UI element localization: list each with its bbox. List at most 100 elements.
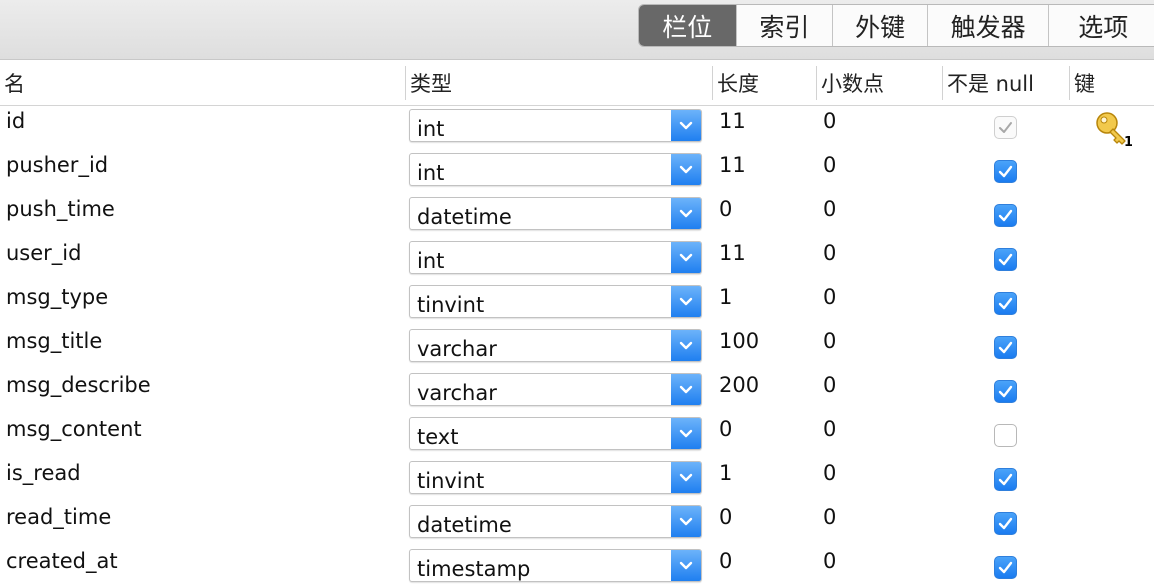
- field-name[interactable]: msg_type: [6, 285, 108, 309]
- type-select[interactable]: int: [409, 153, 702, 186]
- type-select[interactable]: tinvint: [409, 285, 702, 318]
- field-length[interactable]: 0: [719, 197, 732, 221]
- header-decimals[interactable]: 小数点: [817, 60, 884, 106]
- field-decimals[interactable]: 0: [823, 505, 836, 529]
- chevron-down-icon[interactable]: [671, 242, 701, 273]
- table-row[interactable]: push_time datetime 0 0: [0, 194, 1154, 238]
- not-null-checkbox[interactable]: [994, 556, 1017, 579]
- table-row[interactable]: msg_content text 0 0: [0, 414, 1154, 458]
- toolbar: 栏位 索引 外键 触发器 选项: [0, 0, 1154, 60]
- chevron-down-icon[interactable]: [671, 154, 701, 185]
- field-decimals[interactable]: 0: [823, 109, 836, 133]
- tab-triggers[interactable]: 触发器: [927, 5, 1050, 46]
- field-name[interactable]: created_at: [6, 549, 118, 573]
- field-length[interactable]: 200: [719, 373, 759, 397]
- table-row[interactable]: msg_describe varchar 200 0: [0, 370, 1154, 414]
- header-key[interactable]: 键: [1070, 60, 1095, 106]
- chevron-down-icon[interactable]: [671, 550, 701, 581]
- table-row[interactable]: msg_title varchar 100 0: [0, 326, 1154, 370]
- field-length[interactable]: 1: [719, 461, 732, 485]
- tab-bar: 栏位 索引 外键 触发器 选项: [638, 4, 1154, 47]
- type-select-value: tinvint: [417, 293, 485, 317]
- type-select[interactable]: varchar: [409, 373, 702, 406]
- field-decimals[interactable]: 0: [823, 241, 836, 265]
- field-name[interactable]: is_read: [6, 461, 81, 485]
- field-length[interactable]: 0: [719, 505, 732, 529]
- field-decimals[interactable]: 0: [823, 373, 836, 397]
- table-row[interactable]: pusher_id int 11 0: [0, 150, 1154, 194]
- table-row[interactable]: read_time datetime 0 0: [0, 502, 1154, 546]
- field-name[interactable]: msg_title: [6, 329, 102, 353]
- tab-indexes[interactable]: 索引: [736, 5, 834, 46]
- field-decimals[interactable]: 0: [823, 461, 836, 485]
- field-decimals[interactable]: 0: [823, 417, 836, 441]
- table-row[interactable]: msg_type tinvint 1 0: [0, 282, 1154, 326]
- field-decimals[interactable]: 0: [823, 549, 836, 573]
- type-select[interactable]: varchar: [409, 329, 702, 362]
- type-select-value: int: [417, 117, 445, 141]
- chevron-down-icon[interactable]: [671, 286, 701, 317]
- chevron-down-icon[interactable]: [671, 506, 701, 537]
- field-length[interactable]: 0: [719, 549, 732, 573]
- not-null-checkbox[interactable]: [994, 380, 1017, 403]
- table-row[interactable]: id int 11 0 1: [0, 106, 1154, 150]
- table-row[interactable]: created_at timestamp 0 0: [0, 546, 1154, 586]
- not-null-checkbox[interactable]: [994, 336, 1017, 359]
- primary-key-icon[interactable]: 1: [1094, 110, 1133, 150]
- not-null-checkbox[interactable]: [994, 292, 1017, 315]
- field-length[interactable]: 11: [719, 153, 746, 177]
- not-null-checkbox[interactable]: [994, 248, 1017, 271]
- chevron-down-icon[interactable]: [671, 198, 701, 229]
- header-type[interactable]: 类型: [406, 60, 452, 106]
- field-name[interactable]: pusher_id: [6, 153, 108, 177]
- field-decimals[interactable]: 0: [823, 197, 836, 221]
- header-not-null[interactable]: 不是 null: [943, 60, 1034, 106]
- not-null-checkbox[interactable]: [994, 204, 1017, 227]
- not-null-checkbox[interactable]: [994, 512, 1017, 535]
- field-name[interactable]: msg_describe: [6, 373, 151, 397]
- type-select[interactable]: timestamp: [409, 549, 702, 582]
- field-length[interactable]: 11: [719, 241, 746, 265]
- field-length[interactable]: 11: [719, 109, 746, 133]
- chevron-down-icon[interactable]: [671, 462, 701, 493]
- not-null-checkbox[interactable]: [994, 160, 1017, 183]
- chevron-down-icon[interactable]: [671, 110, 701, 141]
- tab-foreign-keys[interactable]: 外键: [833, 5, 928, 46]
- field-length[interactable]: 0: [719, 417, 732, 441]
- type-select[interactable]: int: [409, 241, 702, 274]
- not-null-checkbox[interactable]: [994, 424, 1017, 447]
- type-select-value: timestamp: [417, 557, 531, 581]
- header-length[interactable]: 长度: [713, 60, 759, 106]
- field-length[interactable]: 1: [719, 285, 732, 309]
- field-name[interactable]: msg_content: [6, 417, 142, 441]
- not-null-checkbox[interactable]: [994, 116, 1017, 139]
- field-decimals[interactable]: 0: [823, 153, 836, 177]
- table-row[interactable]: is_read tinvint 1 0: [0, 458, 1154, 502]
- header-name[interactable]: 名: [0, 60, 25, 106]
- type-select[interactable]: text: [409, 417, 702, 450]
- column-header-row: 名 类型 长度 小数点 不是 null 键: [0, 60, 1154, 106]
- fields-table: id int 11 0 1 pusher_id int 11 0 push_time datetim…: [0, 106, 1154, 586]
- type-select-value: datetime: [417, 205, 512, 229]
- type-select-value: varchar: [417, 381, 497, 405]
- field-name[interactable]: read_time: [6, 505, 111, 529]
- tab-options[interactable]: 选项: [1049, 5, 1154, 46]
- field-name[interactable]: user_id: [6, 241, 81, 265]
- type-select[interactable]: datetime: [409, 505, 702, 538]
- not-null-checkbox[interactable]: [994, 468, 1017, 491]
- tab-fields[interactable]: 栏位: [639, 5, 737, 46]
- field-decimals[interactable]: 0: [823, 285, 836, 309]
- field-length[interactable]: 100: [719, 329, 759, 353]
- chevron-down-icon[interactable]: [671, 330, 701, 361]
- type-select[interactable]: tinvint: [409, 461, 702, 494]
- field-decimals[interactable]: 0: [823, 329, 836, 353]
- field-name[interactable]: push_time: [6, 197, 115, 221]
- table-row[interactable]: user_id int 11 0: [0, 238, 1154, 282]
- chevron-down-icon[interactable]: [671, 374, 701, 405]
- chevron-down-icon[interactable]: [671, 418, 701, 449]
- type-select-value: int: [417, 249, 445, 273]
- type-select[interactable]: datetime: [409, 197, 702, 230]
- type-select-value: int: [417, 161, 445, 185]
- field-name[interactable]: id: [6, 109, 25, 133]
- type-select[interactable]: int: [409, 109, 702, 142]
